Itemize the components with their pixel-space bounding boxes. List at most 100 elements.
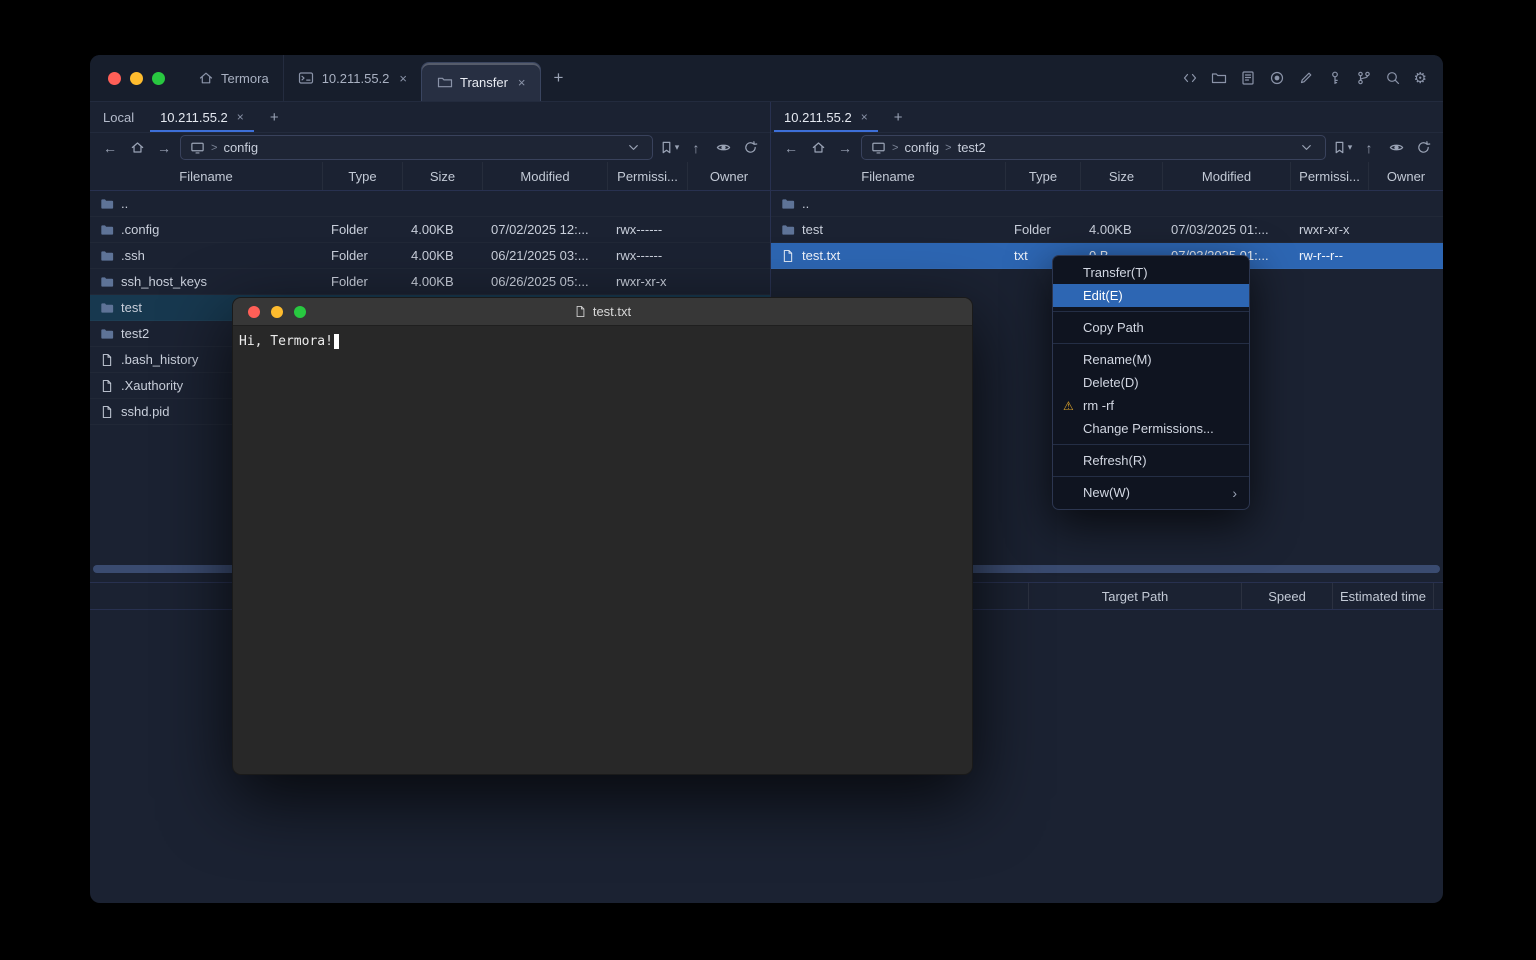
crumb-separator: > (945, 142, 951, 154)
key-icon[interactable] (1327, 70, 1344, 87)
file-size: 4.00KB (403, 269, 483, 294)
close-window-button[interactable] (108, 72, 121, 85)
minimize-window-button[interactable] (130, 72, 143, 85)
settings-gear-icon[interactable]: ⚙ (1414, 71, 1427, 86)
refresh-icon[interactable] (1412, 137, 1434, 159)
code-icon[interactable] (1182, 70, 1199, 87)
file-permissions: rwx------ (608, 243, 688, 268)
branch-icon[interactable] (1356, 70, 1373, 87)
column-header-type[interactable]: Type (1006, 162, 1081, 190)
path-segment[interactable]: config (223, 140, 258, 155)
close-icon[interactable]: × (399, 71, 407, 86)
file-type (1006, 191, 1081, 216)
home-icon[interactable] (807, 137, 829, 159)
tab-label: Local (103, 110, 134, 125)
folder-icon (100, 301, 114, 315)
menu-item-rm-rf[interactable]: ⚠ rm -rf (1053, 394, 1249, 417)
computer-icon (189, 137, 205, 159)
column-header-size[interactable]: Size (1081, 162, 1163, 190)
bookmark-icon[interactable]: ▾ (1331, 137, 1353, 159)
menu-item-delete[interactable]: Delete(D) (1053, 371, 1249, 394)
editor-close-button[interactable] (248, 306, 260, 318)
bookmark-icon[interactable]: ▾ (658, 137, 680, 159)
menu-item-copy-path[interactable]: Copy Path (1053, 316, 1249, 339)
column-header-filename[interactable]: Filename (771, 162, 1006, 190)
back-icon[interactable]: ← (780, 137, 802, 159)
tab-remote-host[interactable]: 10.211.55.2 × (147, 102, 257, 132)
menu-item-refresh[interactable]: Refresh(R) (1053, 449, 1249, 472)
new-tab-button[interactable]: + (541, 55, 577, 101)
new-pane-tab-button[interactable]: + (881, 102, 916, 132)
file-permissions: rw-r--r-- (1291, 243, 1369, 268)
text-cursor (334, 334, 339, 349)
close-icon[interactable]: × (237, 110, 244, 124)
editor-text-area[interactable]: Hi, Termora! (233, 326, 972, 357)
tab-remote-host[interactable]: 10.211.55.2 × (771, 102, 881, 132)
file-name: sshd.pid (121, 404, 169, 419)
path-segment[interactable]: config (904, 140, 939, 155)
folder-icon (781, 223, 795, 237)
column-header-filename[interactable]: Filename (90, 162, 323, 190)
table-row[interactable]: test Folder 4.00KB 07/03/2025 01:... rwx… (771, 217, 1443, 243)
chevron-down-icon[interactable] (1295, 137, 1317, 159)
right-nav-bar: ← → > config > test2 ▾ ↑ (771, 133, 1443, 162)
menu-item-transfer[interactable]: Transfer(T) (1053, 261, 1249, 284)
column-header-type[interactable]: Type (323, 162, 403, 190)
close-icon[interactable]: × (518, 75, 526, 90)
file-modified (483, 191, 608, 216)
refresh-icon[interactable] (739, 137, 761, 159)
file-icon (100, 405, 114, 419)
path-field[interactable]: > config (180, 135, 653, 160)
column-header-owner[interactable]: Owner (688, 162, 770, 190)
column-header-speed[interactable]: Speed (1241, 583, 1332, 609)
menu-separator (1053, 343, 1249, 344)
new-pane-tab-button[interactable]: + (257, 102, 292, 132)
tab-termora[interactable]: Termora (183, 55, 283, 101)
table-row[interactable]: .. (771, 191, 1443, 217)
up-directory-icon[interactable]: ↑ (1358, 137, 1380, 159)
table-row[interactable]: ssh_host_keys Folder 4.00KB 06/26/2025 0… (90, 269, 770, 295)
menu-item-edit[interactable]: Edit(E) (1053, 284, 1249, 307)
chevron-down-icon[interactable] (622, 137, 644, 159)
show-hidden-eye-icon[interactable] (1385, 137, 1407, 159)
column-header-modified[interactable]: Modified (1163, 162, 1291, 190)
column-header-size[interactable]: Size (403, 162, 483, 190)
menu-item-rename[interactable]: Rename(M) (1053, 348, 1249, 371)
menu-item-new[interactable]: New(W) › (1053, 481, 1249, 504)
column-header-permissions[interactable]: Permissi... (608, 162, 688, 190)
column-header-owner[interactable]: Owner (1369, 162, 1443, 190)
folder-icon[interactable] (1211, 70, 1228, 87)
table-row[interactable]: .ssh Folder 4.00KB 06/21/2025 03:... rwx… (90, 243, 770, 269)
menu-item-change-permissions[interactable]: Change Permissions... (1053, 417, 1249, 440)
pencil-icon[interactable] (1298, 70, 1315, 87)
column-header-target-path[interactable]: Target Path (1028, 583, 1241, 609)
editor-titlebar[interactable]: test.txt (233, 298, 972, 326)
home-icon[interactable] (126, 137, 148, 159)
folder-icon (781, 197, 795, 211)
tab-local[interactable]: Local (90, 102, 147, 132)
back-icon[interactable]: ← (99, 137, 121, 159)
folder-icon (100, 327, 114, 341)
path-field[interactable]: > config > test2 (861, 135, 1326, 160)
tab-transfer[interactable]: Transfer × (421, 62, 541, 101)
search-icon[interactable] (1385, 70, 1402, 87)
tab-label: Termora (221, 71, 269, 86)
show-hidden-eye-icon[interactable] (712, 137, 734, 159)
table-row[interactable]: .. (90, 191, 770, 217)
forward-icon[interactable]: → (153, 137, 175, 159)
record-icon[interactable] (1269, 70, 1286, 87)
editor-minimize-button[interactable] (271, 306, 283, 318)
zoom-window-button[interactable] (152, 72, 165, 85)
column-header-estimated-time[interactable]: Estimated time (1332, 583, 1433, 609)
column-header-modified[interactable]: Modified (483, 162, 608, 190)
close-icon[interactable]: × (861, 110, 868, 124)
column-header-permissions[interactable]: Permissi... (1291, 162, 1369, 190)
up-directory-icon[interactable]: ↑ (685, 137, 707, 159)
table-row[interactable]: .config Folder 4.00KB 07/02/2025 12:... … (90, 217, 770, 243)
folder-icon (436, 74, 453, 91)
document-icon[interactable] (1240, 70, 1257, 87)
path-segment[interactable]: test2 (958, 140, 986, 155)
editor-zoom-button[interactable] (294, 306, 306, 318)
forward-icon[interactable]: → (834, 137, 856, 159)
tab-ssh-host[interactable]: 10.211.55.2 × (283, 55, 421, 101)
